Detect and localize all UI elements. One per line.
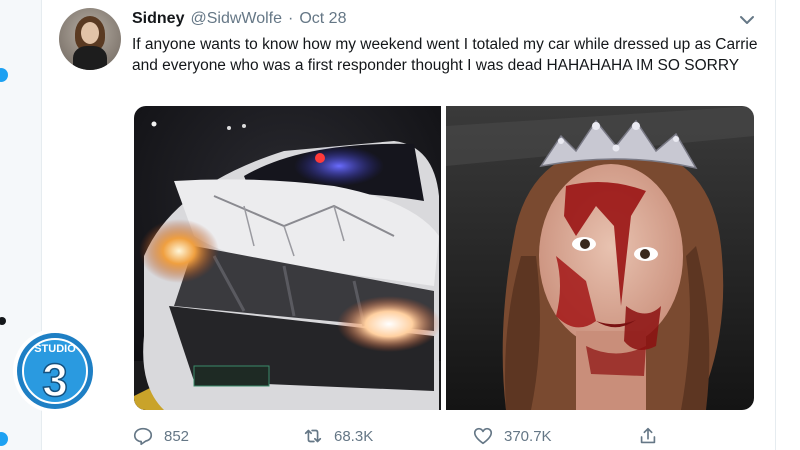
reply-button[interactable]: 852 bbox=[132, 425, 189, 447]
heart-icon bbox=[473, 427, 493, 445]
tweet-date[interactable]: Oct 28 bbox=[299, 10, 346, 28]
separator: · bbox=[288, 10, 294, 27]
timeline-border bbox=[775, 0, 776, 450]
nav-dot-icon[interactable] bbox=[0, 317, 6, 325]
like-button[interactable]: 370.7K bbox=[472, 425, 552, 447]
tweet-header: Sidney @SidwWolfe · Oct 28 bbox=[132, 10, 346, 30]
nav-dot-icon[interactable] bbox=[0, 432, 8, 446]
share-button[interactable] bbox=[637, 425, 659, 447]
like-count: 370.7K bbox=[504, 427, 552, 445]
wrecked-car-photo[interactable] bbox=[134, 106, 441, 410]
retweet-button[interactable]: 68.3K bbox=[302, 425, 373, 447]
tweet[interactable]: Sidney @SidwWolfe · Oct 28 If anyone wan… bbox=[42, 0, 775, 450]
author-handle[interactable]: @SidwWolfe bbox=[190, 10, 282, 28]
retweet-count: 68.3K bbox=[334, 427, 374, 445]
avatar[interactable] bbox=[59, 8, 121, 70]
logo-number: 3 bbox=[42, 354, 68, 406]
chevron-down-icon[interactable] bbox=[739, 12, 755, 28]
reply-icon bbox=[133, 427, 153, 446]
reply-count: 852 bbox=[164, 427, 190, 445]
carrie-costume-photo[interactable] bbox=[446, 106, 754, 410]
tweet-text: If anyone wants to know how my weekend w… bbox=[132, 36, 758, 74]
nav-dot-icon[interactable] bbox=[0, 68, 8, 82]
share-icon bbox=[640, 427, 656, 444]
retweet-icon bbox=[304, 429, 322, 443]
author-name[interactable]: Sidney bbox=[132, 10, 184, 28]
tweet-actions: 852 68.3K 370.7K bbox=[132, 425, 752, 447]
studio-3-logo: STUDIO 3 bbox=[10, 326, 100, 416]
